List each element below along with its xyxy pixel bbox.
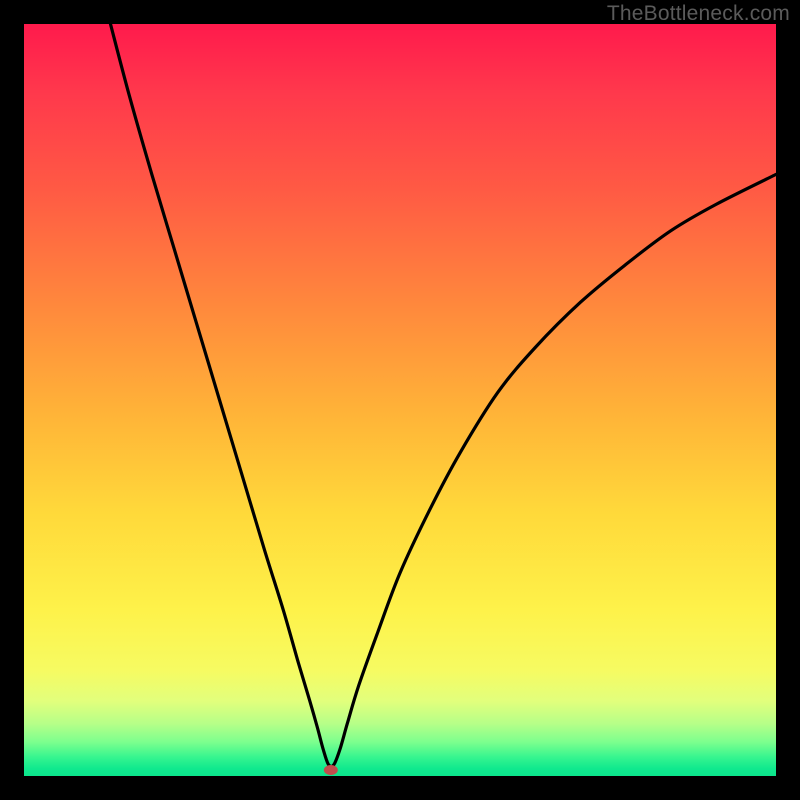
curve-svg <box>24 24 776 776</box>
optimum-marker <box>324 765 338 775</box>
watermark: TheBottleneck.com <box>607 2 790 26</box>
plot-area <box>24 24 776 776</box>
bottleneck-curve <box>110 24 776 767</box>
chart-frame: TheBottleneck.com <box>0 0 800 800</box>
